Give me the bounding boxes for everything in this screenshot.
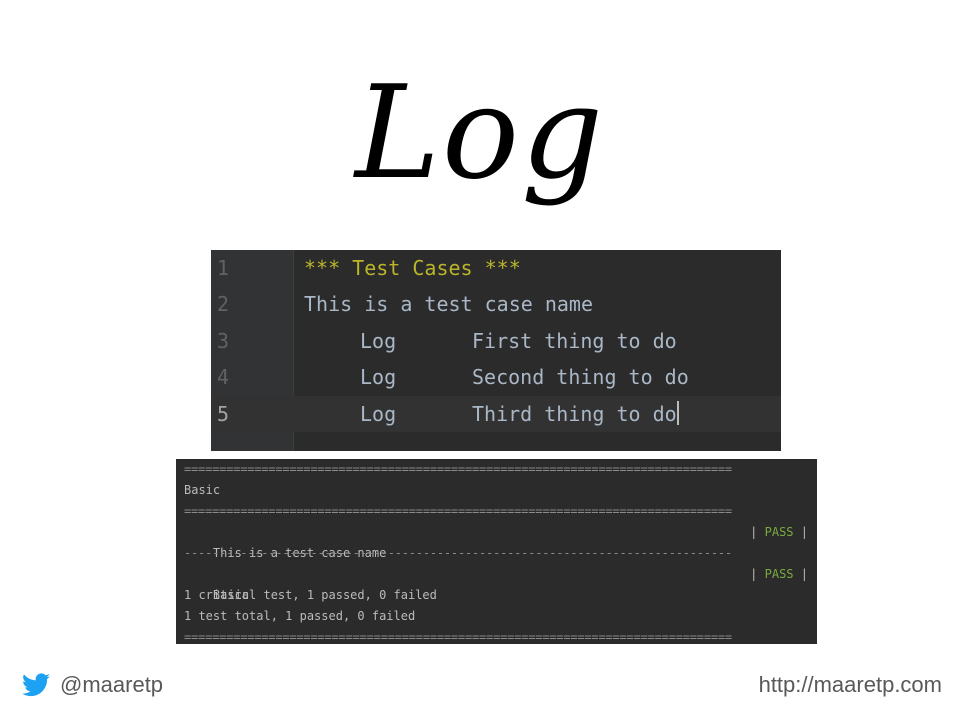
- summary-total: 1 test total, 1 passed, 0 failed: [184, 609, 416, 623]
- keyword: Log: [360, 329, 397, 353]
- website-url: http://maaretp.com: [758, 672, 942, 697]
- keyword-argument: Third thing to do: [472, 402, 677, 426]
- separator-line: ========================================…: [184, 462, 732, 476]
- editor-line[interactable]: 4 Log Second thing to do: [211, 359, 781, 395]
- separator-line: ========================================…: [184, 630, 732, 644]
- twitter-credit: @maaretp: [22, 672, 163, 698]
- summary-critical: 1 critical test, 1 passed, 0 failed: [184, 588, 437, 602]
- keyword-call: Log Third thing to do: [360, 396, 679, 432]
- code-editor[interactable]: 1 *** Test Cases *** 2 This is a test ca…: [211, 250, 781, 451]
- test-result-row: This is a test case name | PASS |: [184, 522, 808, 560]
- slide-title: Log: [355, 59, 605, 208]
- pass-badge: PASS: [764, 525, 794, 539]
- editor-line[interactable]: 1 *** Test Cases ***: [211, 250, 781, 286]
- keyword: Log: [360, 365, 397, 389]
- section-header: *** Test Cases ***: [304, 256, 521, 280]
- keyword: Log: [360, 402, 397, 426]
- suite-status: | PASS |: [750, 567, 808, 581]
- line-number: 1: [217, 256, 230, 280]
- keyword-call: Log First thing to do: [360, 323, 677, 359]
- separator-line: ----------------------------------------…: [184, 546, 732, 560]
- editor-line[interactable]: 2 This is a test case name: [211, 286, 781, 322]
- pass-badge: PASS: [764, 567, 794, 581]
- line-number: 4: [217, 365, 230, 389]
- keyword-argument: Second thing to do: [472, 365, 689, 389]
- test-output-console: ========================================…: [176, 459, 817, 644]
- twitter-handle: @maaretp: [60, 672, 164, 697]
- test-status: | PASS |: [750, 525, 808, 539]
- suite-result-row: Basic | PASS |: [184, 564, 808, 602]
- editor-line-current[interactable]: 5 Log Third thing to do: [211, 396, 781, 432]
- keyword-call: Log Second thing to do: [360, 359, 689, 395]
- line-number: 5: [217, 402, 230, 426]
- line-number: 2: [217, 292, 230, 316]
- separator-line: ========================================…: [184, 504, 732, 518]
- suite-header: Basic: [184, 483, 221, 497]
- keyword-argument: First thing to do: [472, 329, 677, 353]
- line-number: 3: [217, 329, 230, 353]
- editor-line[interactable]: 3 Log First thing to do: [211, 323, 781, 359]
- text-caret: [676, 401, 679, 425]
- test-case-name: This is a test case name: [304, 292, 593, 316]
- twitter-bird-icon: [22, 673, 50, 697]
